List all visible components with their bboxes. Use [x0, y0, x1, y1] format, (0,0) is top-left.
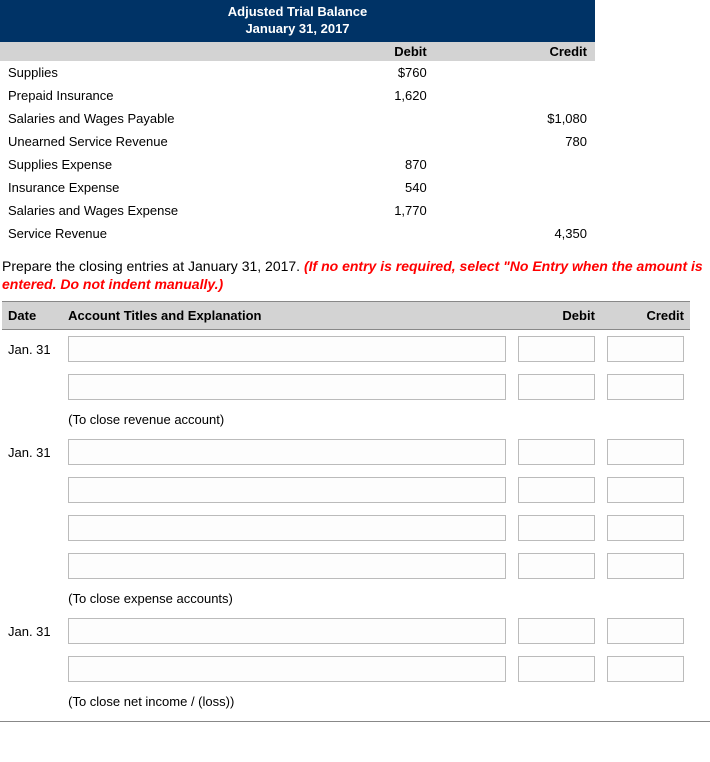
credit-cell	[435, 61, 595, 84]
entry-row: (To close revenue account)	[2, 406, 690, 433]
trial-balance-title-line2: January 31, 2017	[245, 21, 349, 36]
entry-explanation: (To close expense accounts)	[62, 585, 512, 612]
credit-input[interactable]	[607, 618, 684, 644]
credit-cell	[435, 176, 595, 199]
trial-balance-row: Service Revenue 4,350	[0, 222, 595, 245]
entry-row	[2, 650, 690, 688]
debit-cell: 1,770	[293, 199, 434, 222]
entries-head-debit: Debit	[512, 302, 601, 330]
col-header-debit: Debit	[293, 42, 434, 61]
account-name: Supplies Expense	[0, 153, 293, 176]
instructions-plain: Prepare the closing entries at January 3…	[2, 258, 304, 274]
account-title-input[interactable]	[68, 618, 506, 644]
entry-explanation: (To close net income / (loss))	[62, 688, 512, 715]
entry-row: Jan. 31	[2, 612, 690, 650]
debit-input[interactable]	[518, 515, 595, 541]
account-name: Service Revenue	[0, 222, 293, 245]
entry-date	[2, 406, 62, 433]
account-title-input[interactable]	[68, 656, 506, 682]
credit-input[interactable]	[607, 336, 684, 362]
entry-date	[2, 585, 62, 612]
debit-cell: 870	[293, 153, 434, 176]
entry-row	[2, 368, 690, 406]
trial-balance-title-line1: Adjusted Trial Balance	[228, 4, 367, 19]
entry-row: (To close expense accounts)	[2, 585, 690, 612]
debit-cell	[293, 222, 434, 245]
entry-row	[2, 509, 690, 547]
entry-row	[2, 547, 690, 585]
entry-date	[2, 471, 62, 509]
account-title-input[interactable]	[68, 374, 506, 400]
instructions: Prepare the closing entries at January 3…	[2, 257, 708, 293]
entry-date: Jan. 31	[2, 612, 62, 650]
trial-balance-row: Salaries and Wages Payable $1,080	[0, 107, 595, 130]
debit-input[interactable]	[518, 553, 595, 579]
debit-input[interactable]	[518, 618, 595, 644]
trial-balance-header: Adjusted Trial Balance January 31, 2017	[0, 0, 595, 42]
trial-balance-row: Unearned Service Revenue 780	[0, 130, 595, 153]
entry-date: Jan. 31	[2, 433, 62, 471]
credit-cell: $1,080	[435, 107, 595, 130]
col-header-credit: Credit	[435, 42, 595, 61]
credit-input[interactable]	[607, 374, 684, 400]
debit-input[interactable]	[518, 656, 595, 682]
trial-balance-row: Salaries and Wages Expense1,770	[0, 199, 595, 222]
credit-cell: 4,350	[435, 222, 595, 245]
credit-input[interactable]	[607, 553, 684, 579]
trial-balance-row: Supplies Expense870	[0, 153, 595, 176]
entry-date: Jan. 31	[2, 330, 62, 369]
account-name: Salaries and Wages Expense	[0, 199, 293, 222]
trial-balance-row: Supplies$760	[0, 61, 595, 84]
entries-head-credit: Credit	[601, 302, 690, 330]
debit-cell: 1,620	[293, 84, 434, 107]
entry-row: Jan. 31	[2, 433, 690, 471]
credit-cell: 780	[435, 130, 595, 153]
closing-entries-table: Date Account Titles and Explanation Debi…	[2, 301, 690, 715]
credit-cell	[435, 84, 595, 107]
debit-input[interactable]	[518, 477, 595, 503]
debit-cell	[293, 130, 434, 153]
account-title-input[interactable]	[68, 553, 506, 579]
entry-date	[2, 547, 62, 585]
debit-input[interactable]	[518, 374, 595, 400]
account-title-input[interactable]	[68, 336, 506, 362]
entry-row: (To close net income / (loss))	[2, 688, 690, 715]
debit-cell	[293, 107, 434, 130]
account-name: Unearned Service Revenue	[0, 130, 293, 153]
credit-input[interactable]	[607, 515, 684, 541]
entry-explanation: (To close revenue account)	[62, 406, 512, 433]
debit-input[interactable]	[518, 336, 595, 362]
entry-row: Jan. 31	[2, 330, 690, 369]
credit-input[interactable]	[607, 656, 684, 682]
entry-date	[2, 368, 62, 406]
entry-date	[2, 650, 62, 688]
debit-cell: 540	[293, 176, 434, 199]
entries-head-date: Date	[2, 302, 62, 330]
entry-row	[2, 471, 690, 509]
account-name: Prepaid Insurance	[0, 84, 293, 107]
account-name: Insurance Expense	[0, 176, 293, 199]
debit-input[interactable]	[518, 439, 595, 465]
trial-balance-row: Prepaid Insurance1,620	[0, 84, 595, 107]
entry-date	[2, 509, 62, 547]
account-title-input[interactable]	[68, 477, 506, 503]
debit-cell: $760	[293, 61, 434, 84]
credit-input[interactable]	[607, 439, 684, 465]
entries-head-acct: Account Titles and Explanation	[62, 302, 512, 330]
credit-input[interactable]	[607, 477, 684, 503]
account-title-input[interactable]	[68, 515, 506, 541]
trial-balance-table: Adjusted Trial Balance January 31, 2017 …	[0, 0, 595, 245]
credit-cell	[435, 199, 595, 222]
trial-balance-row: Insurance Expense540	[0, 176, 595, 199]
credit-cell	[435, 153, 595, 176]
account-name: Salaries and Wages Payable	[0, 107, 293, 130]
account-title-input[interactable]	[68, 439, 506, 465]
account-name: Supplies	[0, 61, 293, 84]
entry-date	[2, 688, 62, 715]
